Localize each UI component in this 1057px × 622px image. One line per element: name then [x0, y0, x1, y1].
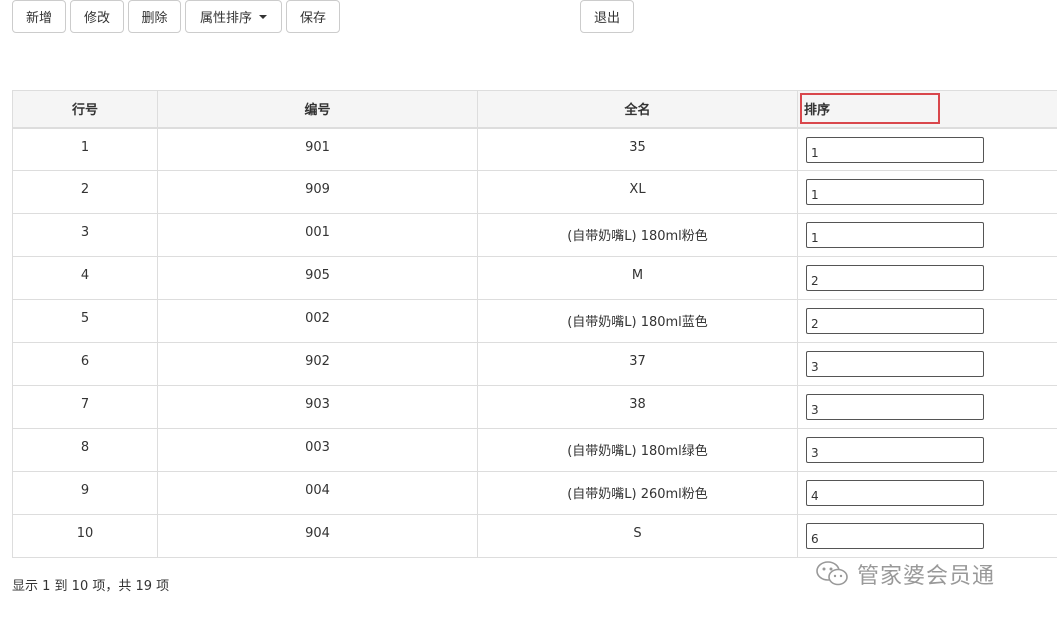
- name-cell: 37: [477, 342, 798, 386]
- row-number-cell: 4: [12, 256, 158, 300]
- save-button[interactable]: 保存: [286, 0, 340, 33]
- code-cell: 001: [157, 213, 478, 257]
- sort-input[interactable]: [806, 523, 984, 549]
- sort-cell: [797, 299, 1057, 343]
- table-row[interactable]: 4 905 M: [12, 256, 1057, 300]
- row-number-cell: 3: [12, 213, 158, 257]
- pagination-info: 显示 1 到 10 项，共 19 项: [12, 579, 170, 594]
- table-row[interactable]: 10 904 S: [12, 514, 1057, 558]
- sort-input[interactable]: [806, 394, 984, 420]
- watermark-text: 管家婆会员通: [857, 564, 996, 589]
- row-number-cell: 10: [12, 514, 158, 558]
- attribute-sort-dropdown[interactable]: 属性排序: [185, 0, 282, 33]
- sort-cell: [797, 342, 1057, 386]
- code-cell: 909: [157, 170, 478, 214]
- name-cell: 35: [477, 127, 798, 171]
- name-cell: (自带奶嘴L) 260ml粉色: [477, 471, 798, 515]
- sort-input[interactable]: [806, 222, 984, 248]
- sort-input[interactable]: [806, 351, 984, 377]
- sort-cell: [797, 213, 1057, 257]
- wechat-icon: [816, 561, 848, 586]
- attribute-sort-label: 属性排序: [199, 11, 252, 26]
- sort-input[interactable]: [806, 480, 984, 506]
- edit-button[interactable]: 修改: [70, 0, 124, 33]
- name-cell: M: [477, 256, 798, 300]
- table-row[interactable]: 8 003 (自带奶嘴L) 180ml绿色: [12, 428, 1057, 472]
- sort-input[interactable]: [806, 136, 984, 163]
- watermark: 管家婆会员通: [815, 558, 995, 590]
- exit-button[interactable]: 退出: [580, 0, 634, 33]
- header-row-no[interactable]: 行号: [12, 90, 158, 129]
- sort-input[interactable]: [806, 437, 984, 463]
- table-row[interactable]: 9 004 (自带奶嘴L) 260ml粉色: [12, 471, 1057, 515]
- name-cell: S: [477, 514, 798, 558]
- sort-cell: [797, 170, 1057, 214]
- code-cell: 901: [157, 127, 478, 171]
- table-row[interactable]: 5 002 (自带奶嘴L) 180ml蓝色: [12, 299, 1057, 343]
- code-cell: 902: [157, 342, 478, 386]
- sort-cell: [797, 256, 1057, 300]
- delete-button[interactable]: 删除: [128, 0, 181, 33]
- name-cell: (自带奶嘴L) 180ml蓝色: [477, 299, 798, 343]
- row-number-cell: 1: [12, 127, 158, 171]
- sort-cell: [797, 471, 1057, 515]
- code-cell: 004: [157, 471, 478, 515]
- header-name[interactable]: 全名: [477, 90, 798, 129]
- row-number-cell: 8: [12, 428, 158, 472]
- sort-cell: [797, 514, 1057, 558]
- row-number-cell: 6: [12, 342, 158, 386]
- name-cell: (自带奶嘴L) 180ml粉色: [477, 213, 798, 257]
- code-cell: 904: [157, 514, 478, 558]
- table-row[interactable]: 2 909 XL: [12, 170, 1057, 214]
- table-row[interactable]: 3 001 (自带奶嘴L) 180ml粉色: [12, 213, 1057, 257]
- sort-cell: [797, 385, 1057, 429]
- sort-header-highlight: [800, 93, 940, 124]
- caret-down-icon: [259, 14, 267, 19]
- table-row[interactable]: 6 902 37: [12, 342, 1057, 386]
- sort-input[interactable]: [806, 265, 984, 291]
- sort-cell: [797, 127, 1057, 171]
- table-row[interactable]: 1 901 35: [12, 127, 1057, 171]
- code-cell: 003: [157, 428, 478, 472]
- name-cell: 38: [477, 385, 798, 429]
- code-cell: 002: [157, 299, 478, 343]
- sort-input[interactable]: [806, 179, 984, 205]
- sort-cell: [797, 428, 1057, 472]
- row-number-cell: 2: [12, 170, 158, 214]
- header-code[interactable]: 编号: [157, 90, 478, 129]
- row-number-cell: 5: [12, 299, 158, 343]
- name-cell: XL: [477, 170, 798, 214]
- name-cell: (自带奶嘴L) 180ml绿色: [477, 428, 798, 472]
- row-number-cell: 9: [12, 471, 158, 515]
- row-number-cell: 7: [12, 385, 158, 429]
- attribute-table: 行号 编号 全名 排序 1901352909XL3001(自带奶嘴L) 180m…: [12, 90, 1057, 558]
- code-cell: 905: [157, 256, 478, 300]
- code-cell: 903: [157, 385, 478, 429]
- add-button[interactable]: 新增: [12, 0, 66, 33]
- sort-input[interactable]: [806, 308, 984, 334]
- table-row[interactable]: 7 903 38: [12, 385, 1057, 429]
